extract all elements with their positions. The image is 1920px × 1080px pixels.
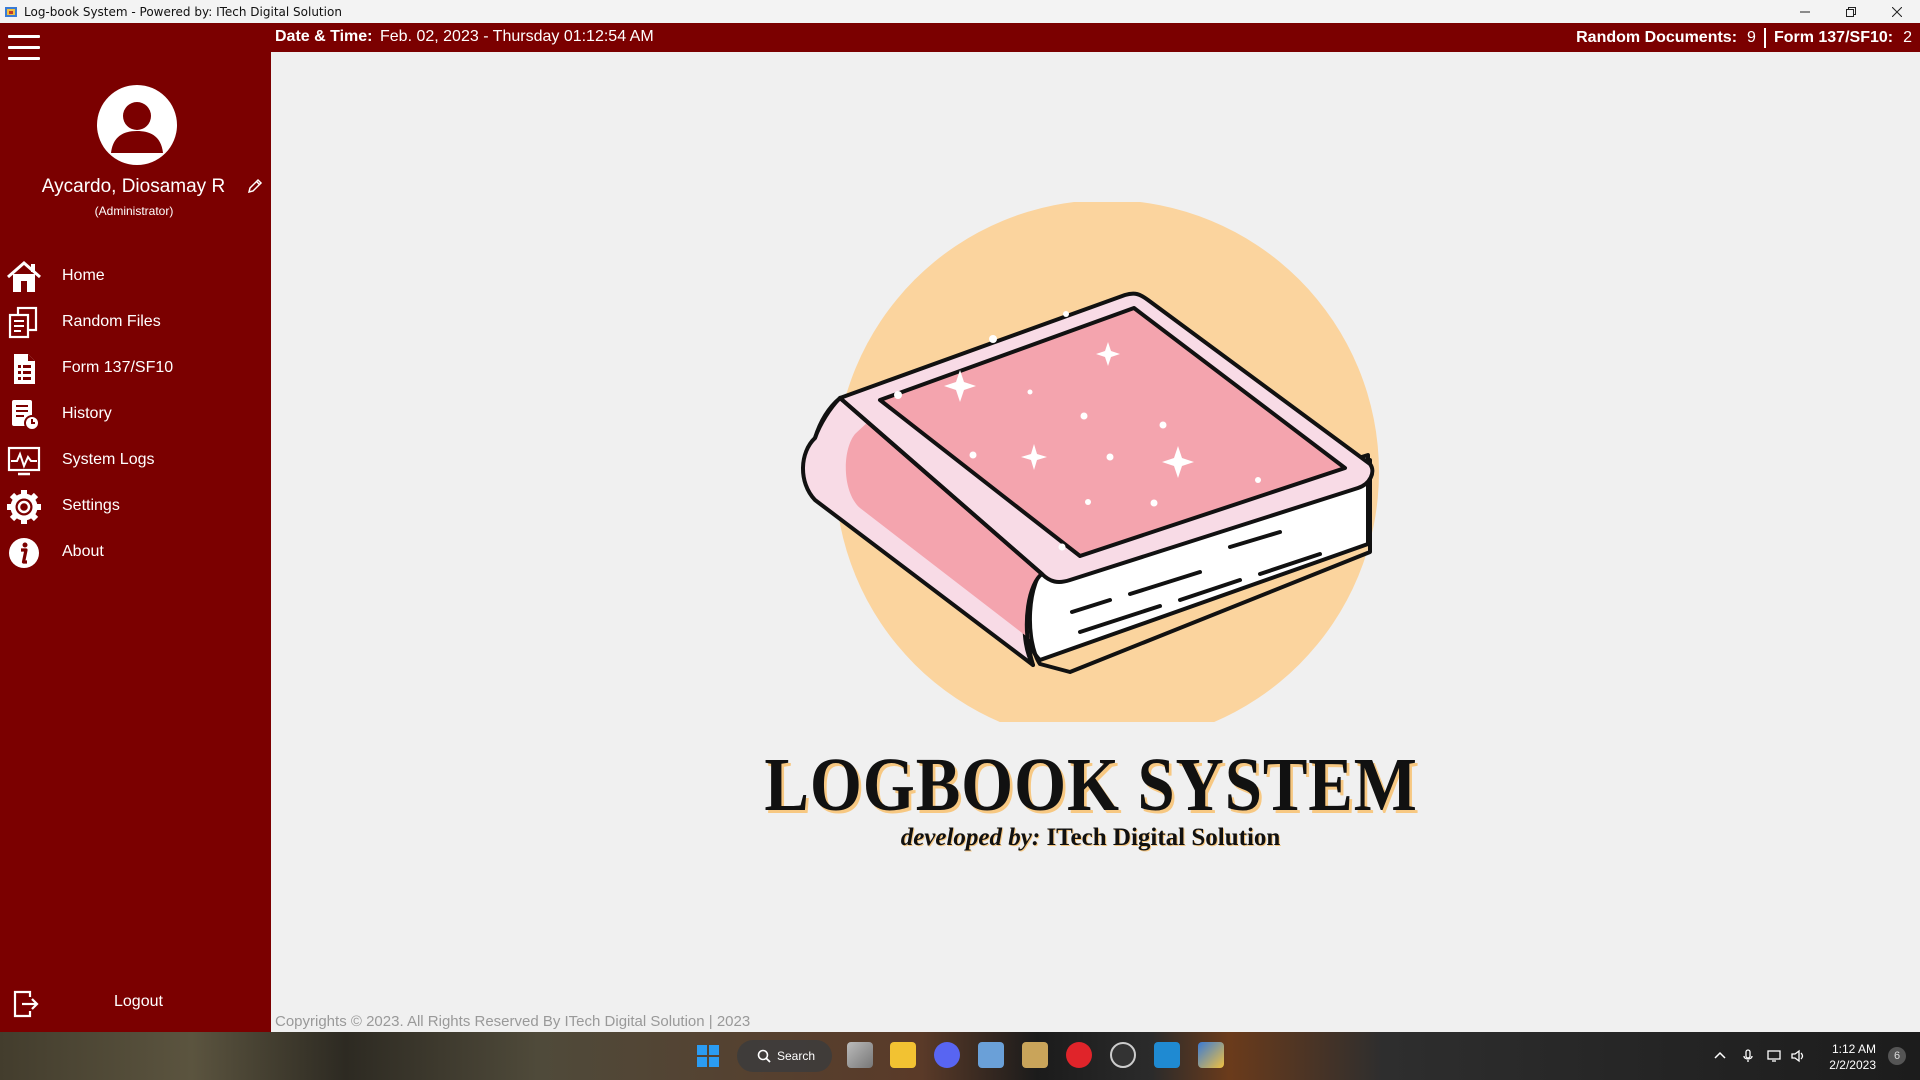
pencil-edit-icon[interactable] — [246, 177, 264, 195]
window-title: Log-book System - Powered by: ITech Digi… — [24, 4, 342, 19]
app-icon — [5, 6, 17, 17]
sidebar-item-label: Form 137/SF10 — [62, 359, 174, 376]
form-count-label: Form 137/SF10: — [1773, 29, 1894, 46]
history-icon — [12, 400, 40, 431]
logo-sub-prefix: developed by: — [900, 824, 1041, 851]
sidebar-item-label: System Logs — [62, 451, 155, 468]
vscode-icon[interactable] — [1154, 1042, 1180, 1068]
logo-subtitle: developed by: ITech Digital Solution — [271, 824, 1920, 852]
taskbar-clock[interactable]: 1:12 AM 2/2/2023 — [1829, 1041, 1876, 1073]
logout-button[interactable]: Logout — [0, 983, 271, 1023]
search-label: Search — [777, 1049, 816, 1063]
sidebar: Aycardo, Diosamay R (Administrator) Home… — [0, 23, 271, 1032]
desktop-wallpaper — [0, 1032, 1920, 1080]
search-icon — [757, 1049, 771, 1063]
sidebar-nav: Home Random Files Form 137/SF10 History … — [0, 253, 271, 575]
info-bar: Date & Time: Feb. 02, 2023 - Thursday 01… — [271, 23, 1920, 52]
logbook-app-icon[interactable] — [1198, 1042, 1224, 1068]
microphone-icon[interactable] — [1740, 1048, 1756, 1064]
close-icon — [1892, 6, 1902, 17]
windows-start-icon[interactable] — [697, 1045, 719, 1067]
window-titlebar: Log-book System - Powered by: ITech Digi… — [0, 0, 1920, 23]
sidebar-item-about[interactable]: About — [0, 529, 271, 575]
system-logs-icon — [7, 446, 41, 476]
taskbar-search-button[interactable]: Search — [737, 1040, 832, 1072]
logo-sub-name: ITech Digital Solution — [1046, 824, 1281, 851]
discord-icon[interactable] — [934, 1042, 960, 1068]
logo-title: LOGBOOK SYSTEM — [764, 743, 1418, 827]
close-button[interactable] — [1874, 0, 1920, 23]
chevron-up-icon[interactable] — [1712, 1048, 1728, 1064]
sidebar-item-label: Random Files — [62, 313, 161, 330]
sidebar-item-random-files[interactable]: Random Files — [0, 299, 271, 345]
network-icon[interactable] — [1766, 1048, 1782, 1064]
sidebar-item-label: Home — [62, 267, 105, 284]
sidebar-item-system-logs[interactable]: System Logs — [0, 437, 271, 483]
gear-icon — [7, 490, 41, 524]
main-content: LOGBOOK SYSTEM developed by: ITech Digit… — [271, 52, 1920, 1032]
minimize-button[interactable] — [1782, 0, 1828, 23]
opera-icon[interactable] — [1066, 1042, 1092, 1068]
datetime-value: Feb. 02, 2023 - Thursday 01:12:54 AM — [380, 28, 654, 45]
volume-icon[interactable] — [1790, 1048, 1806, 1064]
random-docs-label: Random Documents: — [1576, 29, 1738, 46]
system-tray: 1:12 AM 2/2/2023 6 — [1700, 1032, 1920, 1080]
clock-date: 2/2/2023 — [1829, 1058, 1876, 1072]
restore-button[interactable] — [1828, 0, 1874, 23]
minimize-icon — [1800, 11, 1810, 12]
form-document-icon — [14, 354, 35, 384]
logbook-logo-book-icon — [801, 202, 1379, 722]
sidebar-item-home[interactable]: Home — [0, 253, 271, 299]
sidebar-item-history[interactable]: History — [0, 391, 271, 437]
random-files-icon — [8, 306, 38, 339]
logout-label: Logout — [114, 993, 163, 1010]
file-explorer-icon[interactable] — [890, 1042, 916, 1068]
home-icon — [7, 261, 41, 292]
photos-icon[interactable] — [978, 1042, 1004, 1068]
logout-icon — [13, 990, 39, 1018]
os-taskbar: Search 1:12 AM 2/2/2023 6 — [0, 1032, 1920, 1080]
form-count: 2 — [1903, 29, 1912, 46]
task-view-icon[interactable] — [847, 1042, 873, 1068]
clock-time: 1:12 AM — [1831, 1042, 1876, 1056]
divider — [1763, 28, 1766, 48]
sidebar-item-label: History — [62, 405, 112, 422]
copyright-text: Copyrights © 2023. All Rights Reserved B… — [275, 1013, 751, 1030]
datetime-label: Date & Time: — [275, 28, 373, 45]
game-shield-icon[interactable] — [1022, 1042, 1048, 1068]
random-docs-count: 9 — [1747, 29, 1756, 46]
obs-icon[interactable] — [1110, 1042, 1136, 1068]
user-name: Aycardo, Diosamay R — [41, 176, 226, 197]
info-icon — [9, 538, 39, 568]
user-role: (Administrator) — [94, 204, 174, 218]
sidebar-item-settings[interactable]: Settings — [0, 483, 271, 529]
sidebar-item-label: About — [62, 543, 104, 560]
restore-icon — [1846, 6, 1856, 17]
sidebar-item-form-137[interactable]: Form 137/SF10 — [0, 345, 271, 391]
sidebar-item-label: Settings — [62, 497, 120, 514]
avatar — [97, 85, 177, 165]
hamburger-menu-icon[interactable] — [8, 35, 40, 61]
user-silhouette-icon — [111, 102, 163, 153]
notification-badge[interactable]: 6 — [1888, 1047, 1906, 1065]
